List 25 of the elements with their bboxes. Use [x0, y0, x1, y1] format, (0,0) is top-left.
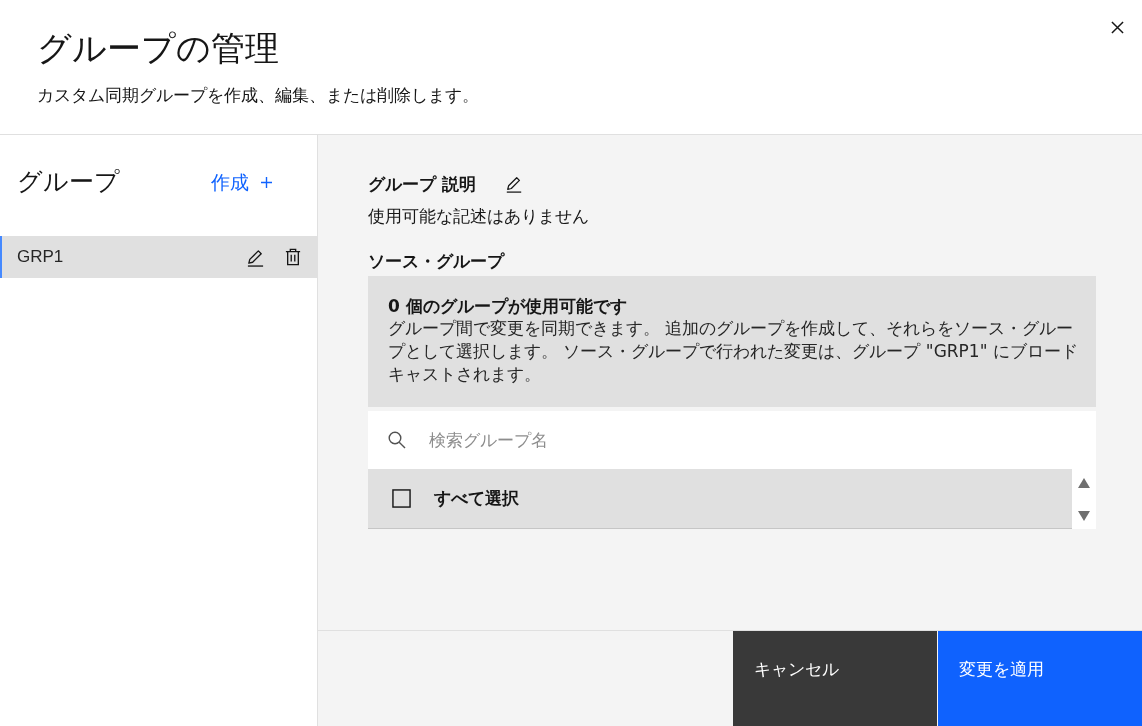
sidebar-item[interactable]: GRP1 — [0, 236, 317, 278]
scroll-up-icon[interactable] — [1078, 478, 1090, 488]
close-icon[interactable] — [1111, 21, 1124, 34]
select-all-label: すべて選択 — [434, 487, 519, 510]
source-groups-label: ソース・グループ — [368, 250, 504, 272]
trash-icon[interactable] — [285, 248, 301, 266]
scroll-down-icon[interactable] — [1078, 511, 1090, 521]
search-field[interactable]: 検索グループ名 — [368, 411, 1096, 469]
apply-button[interactable]: 変更を適用 — [938, 631, 1142, 726]
search-icon — [388, 431, 406, 449]
sidebar-heading: グループ — [17, 166, 120, 198]
notice-text: グループ間で変更を同期できます。 追加のグループを作成して、それらをソース・グループとして選択します。 ソース・グループで行われた変更は、グループ "GRP1" にブロードキャストされます。 — [388, 317, 1079, 386]
pencil-icon[interactable] — [504, 175, 523, 193]
description-text: 使用可能な記述はありません — [368, 205, 589, 227]
checkbox[interactable] — [392, 489, 411, 508]
dialog-title: グループの管理 — [37, 28, 280, 68]
create-link[interactable]: 作成 — [211, 170, 272, 194]
notice-title: 0 個のグループが使用可能です — [388, 295, 627, 317]
cancel-button[interactable]: キャンセル — [733, 631, 937, 726]
dialog-subtitle: カスタム同期グループを作成、編集、または削除します。 — [37, 84, 479, 106]
pencil-icon[interactable] — [246, 247, 265, 267]
select-all-row[interactable]: すべて選択 — [368, 469, 1072, 529]
description-label: グループ 説明 — [368, 173, 476, 195]
group-name: GRP1 — [17, 247, 65, 267]
plus-icon[interactable] — [261, 176, 272, 188]
